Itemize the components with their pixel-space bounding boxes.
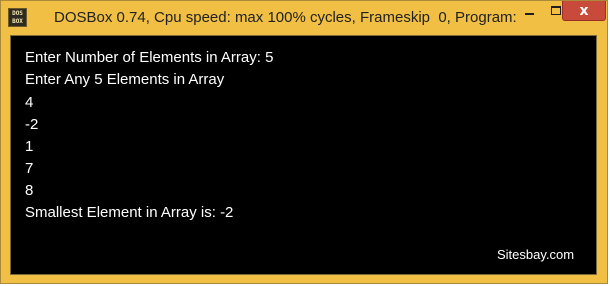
console-output[interactable]: Enter Number of Elements in Array: 5 Ent…: [10, 35, 597, 275]
close-button[interactable]: x: [562, 1, 606, 21]
console-line: Smallest Element in Array is: -2: [25, 204, 234, 221]
app-icon-text-bottom: BOX: [12, 18, 23, 25]
console-line: 7: [25, 160, 34, 177]
minimize-button[interactable]: [516, 1, 543, 21]
console-line: Enter Any 5 Elements in Array: [25, 71, 225, 88]
close-icon: x: [579, 3, 589, 19]
console-line: -2: [25, 116, 39, 133]
app-icon-text-top: DOS: [12, 10, 23, 17]
dosbox-app-icon[interactable]: DOS BOX: [8, 8, 27, 27]
minimize-icon: [525, 13, 534, 15]
watermark-text: Sitesbay.com: [497, 247, 575, 262]
console-line: 8: [25, 182, 34, 199]
title-bar[interactable]: DOS BOX DOSBox 0.74, Cpu speed: max 100%…: [1, 1, 607, 35]
console-line: 4: [25, 94, 34, 111]
console-line: 1: [25, 138, 34, 155]
window-title: DOSBox 0.74, Cpu speed: max 100% cycles,…: [54, 9, 517, 26]
maximize-icon: [551, 6, 561, 15]
console-line: Enter Number of Elements in Array: 5: [25, 49, 274, 66]
dosbox-window: DOS BOX DOSBox 0.74, Cpu speed: max 100%…: [0, 0, 608, 284]
